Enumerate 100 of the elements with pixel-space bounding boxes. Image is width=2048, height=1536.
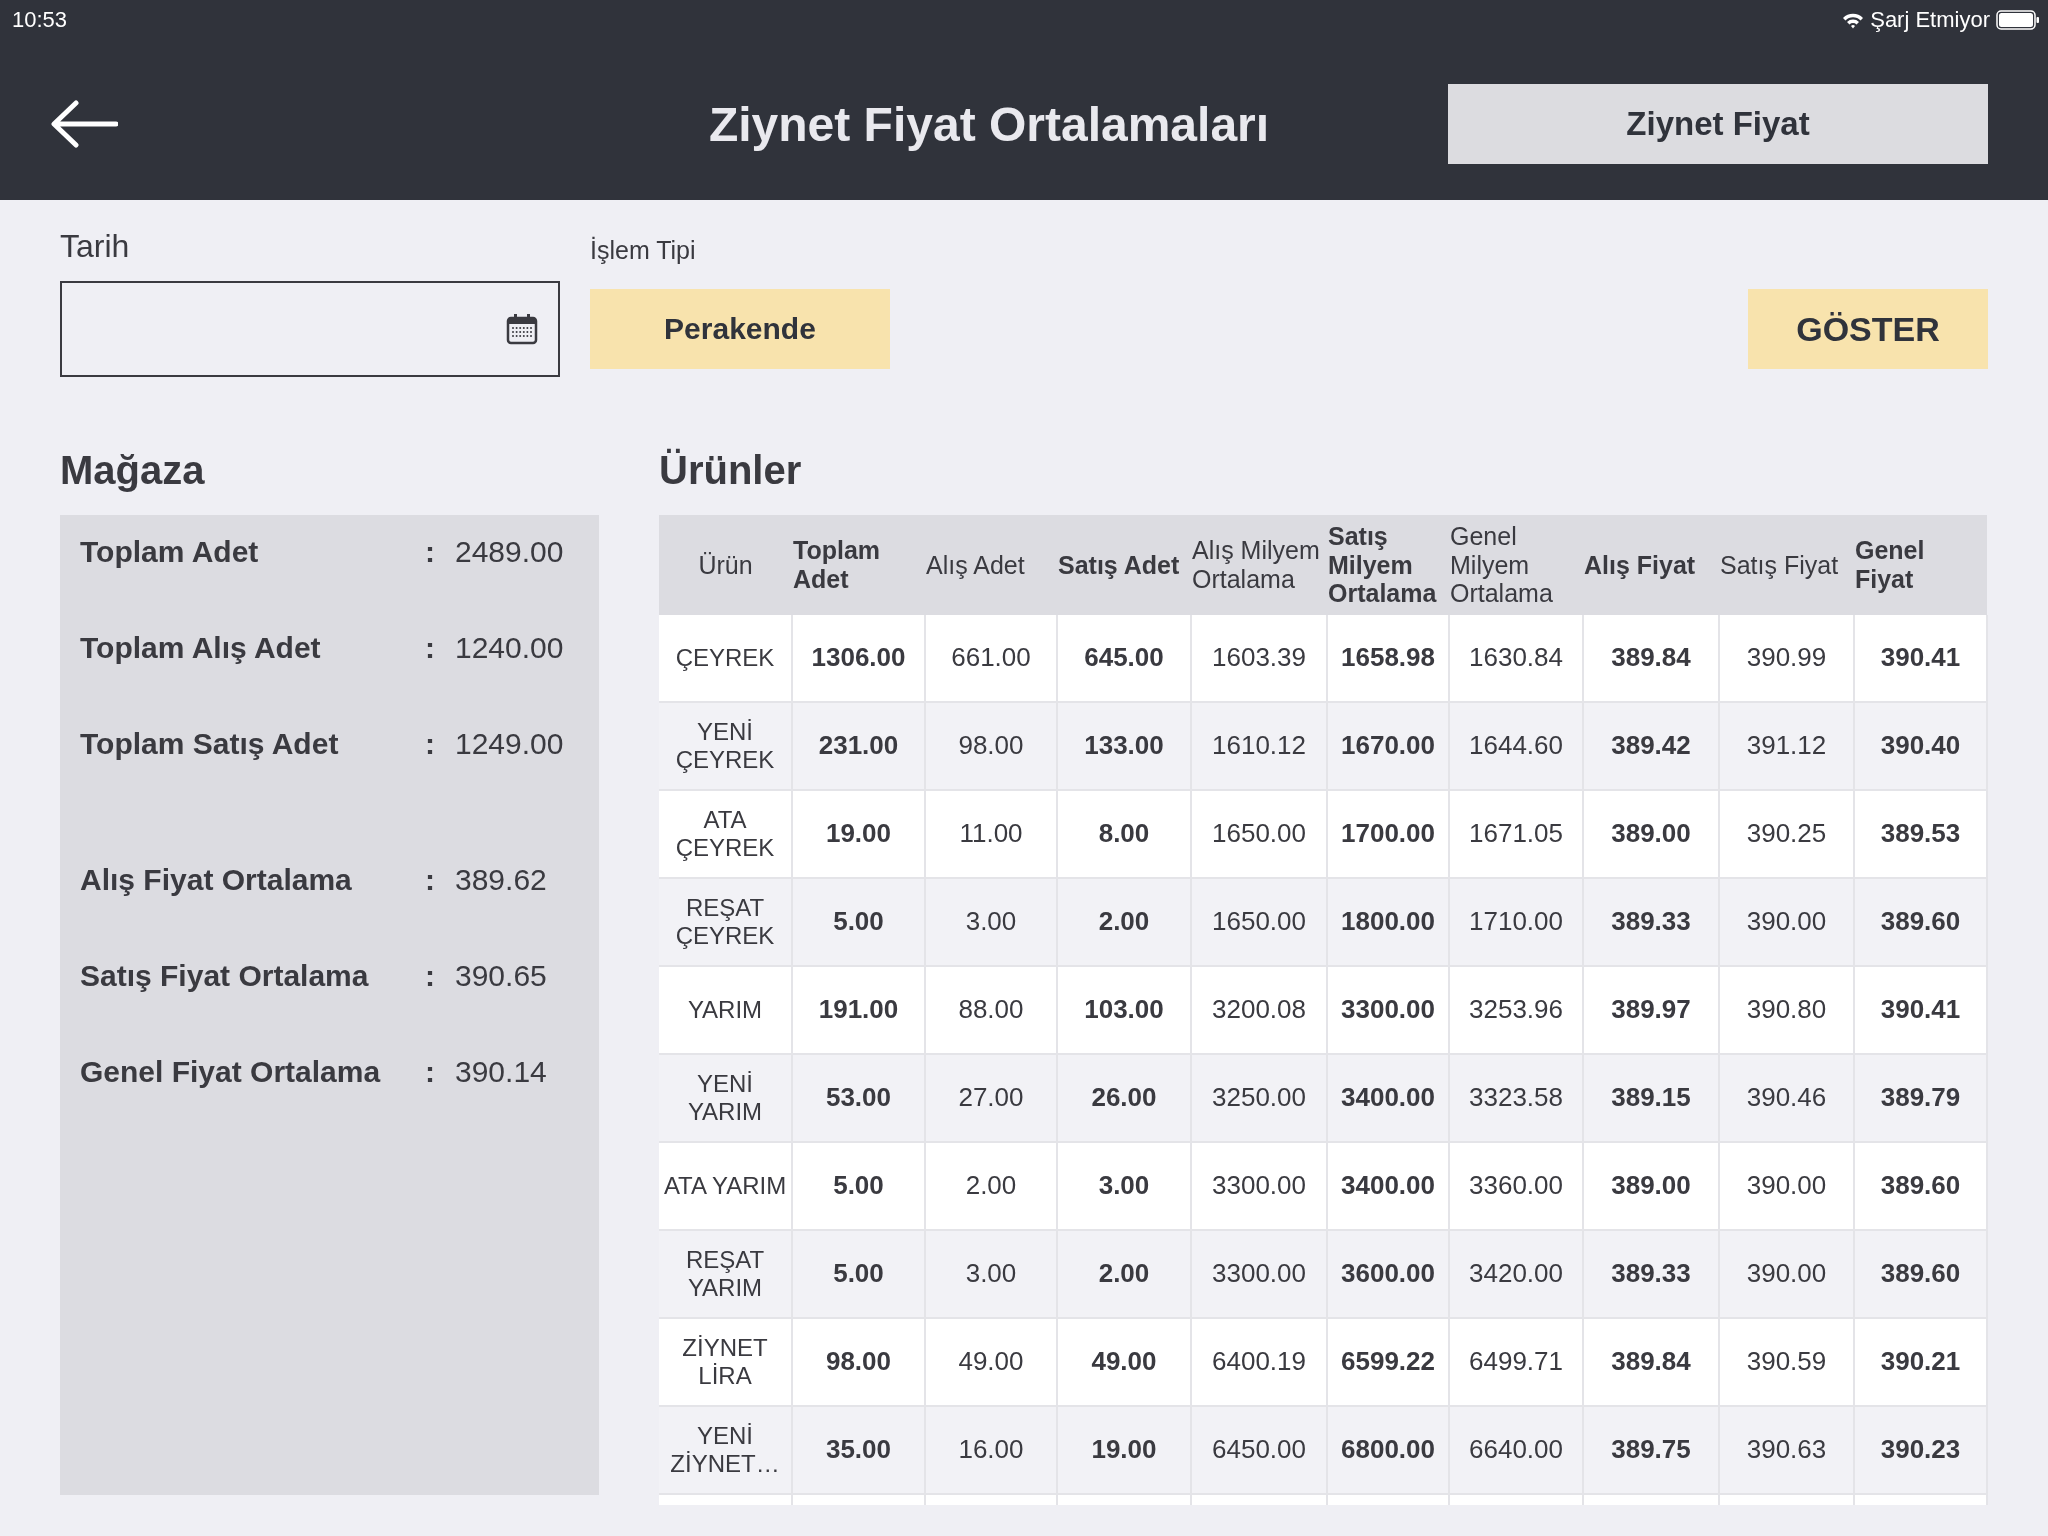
- table-cell: 390.00: [1719, 1142, 1854, 1230]
- table-cell: 19.00: [792, 790, 925, 878]
- table-cell: YENİ ZİYNET…: [659, 1406, 792, 1494]
- table-cell: 3400.00: [1327, 1054, 1449, 1142]
- column-header: Satış Fiyat: [1719, 515, 1854, 615]
- table-cell: YENİ YARIM: [659, 1054, 792, 1142]
- table-cell: 3.00: [925, 1230, 1057, 1318]
- table-cell: 390.00: [1719, 878, 1854, 966]
- table-cell: 27.00: [925, 1054, 1057, 1142]
- table-cell: 2.00: [925, 1142, 1057, 1230]
- perakende-button[interactable]: Perakende: [590, 289, 890, 369]
- summary-colon: :: [425, 535, 436, 569]
- column-header: Toplam Adet: [792, 515, 925, 615]
- table-cell: 3300.00: [1327, 966, 1449, 1054]
- table-cell: 1644.60: [1449, 702, 1583, 790]
- table-cell: 3300.00: [1191, 1142, 1327, 1230]
- table-cell: 6450.00: [1191, 1406, 1327, 1494]
- transaction-type-label: İşlem Tipi: [590, 236, 697, 265]
- table-cell: 88.00: [925, 966, 1057, 1054]
- table-cell: 389.00: [1583, 790, 1719, 878]
- ziynet-fiyat-button[interactable]: Ziynet Fiyat: [1448, 84, 1988, 164]
- summary-label: Toplam Adet: [80, 535, 260, 569]
- date-field[interactable]: [60, 281, 560, 377]
- back-arrow-icon[interactable]: [50, 100, 118, 148]
- table-cell: 6599.22: [1327, 1318, 1449, 1406]
- table-cell: 1710.00: [1449, 878, 1583, 966]
- table-cell: 1800.00: [1327, 878, 1449, 966]
- table-cell: 1603.39: [1191, 615, 1327, 702]
- column-header: Genel Milyem Ortalama: [1449, 515, 1583, 615]
- table-cell: 390.99: [1719, 615, 1854, 702]
- table-cell: 389.75: [1583, 1406, 1719, 1494]
- summary-value: 2489.00: [455, 535, 564, 569]
- table-cell: 389.15: [1583, 1054, 1719, 1142]
- table-cell: 389.33: [1583, 1230, 1719, 1318]
- table-cell: 53.00: [792, 1054, 925, 1142]
- table-cell: 1650.00: [1191, 790, 1327, 878]
- summary-colon: :: [425, 863, 436, 897]
- table-cell: 3250.00: [1191, 1054, 1327, 1142]
- products-heading: Ürünler: [659, 447, 803, 494]
- table-cell: 390.80: [1719, 966, 1854, 1054]
- table-cell: 5.00: [792, 1142, 925, 1230]
- table-cell: 390.00: [1719, 1230, 1854, 1318]
- summary-label: Genel Fiyat Ortalama: [80, 1055, 382, 1089]
- date-label: Tarih: [60, 228, 131, 265]
- table-cell: 2.00: [1057, 1230, 1191, 1318]
- summary-value: 390.65: [455, 959, 547, 993]
- column-header: Satış Milyem Ortalama: [1327, 515, 1449, 615]
- table-cell: ZİYNET LİRA: [659, 1318, 792, 1406]
- table-cell: 35.00: [792, 1406, 925, 1494]
- summary-colon: :: [425, 1055, 436, 1089]
- table-cell: ÇEYREK: [659, 615, 792, 702]
- table-cell: 231.00: [792, 702, 925, 790]
- table-cell: 391.12: [1719, 702, 1854, 790]
- table-cell: YARIM: [659, 966, 792, 1054]
- column-header: Alış Milyem Ortalama: [1191, 515, 1327, 615]
- summary-value: 390.14: [455, 1055, 547, 1089]
- table-cell: 11.00: [925, 790, 1057, 878]
- table-cell: 390.46: [1719, 1054, 1854, 1142]
- page-title: Ziynet Fiyat Ortalamaları: [708, 97, 1270, 152]
- summary-label: Satış Fiyat Ortalama: [80, 959, 370, 993]
- table-cell: 389.97: [1583, 966, 1719, 1054]
- column-header: Satış Adet: [1057, 515, 1191, 615]
- table-cell: 98.00: [925, 702, 1057, 790]
- table-cell: 390.63: [1719, 1406, 1854, 1494]
- table-cell: 3360.00: [1449, 1142, 1583, 1230]
- store-heading: Mağaza: [60, 447, 206, 494]
- table-cell: 3.00: [1057, 1142, 1191, 1230]
- table-cell: 16.00: [925, 1406, 1057, 1494]
- summary-value: 1249.00: [455, 727, 564, 761]
- table-cell: 3.00: [925, 878, 1057, 966]
- table-cell: 389.33: [1583, 878, 1719, 966]
- table-cell: 3323.58: [1449, 1054, 1583, 1142]
- table-cell: 6800.00: [1327, 1406, 1449, 1494]
- table-cell: 390.41: [1854, 615, 1987, 702]
- table-cell: 1670.00: [1327, 702, 1449, 790]
- summary-label: Toplam Satış Adet: [80, 727, 340, 761]
- table-cell: 389.53: [1854, 790, 1987, 878]
- table-cell: 2.00: [1057, 878, 1191, 966]
- table-cell: 3253.96: [1449, 966, 1583, 1054]
- table-cell: ATA YARIM: [659, 1142, 792, 1230]
- table-cell: 1630.84: [1449, 615, 1583, 702]
- summary-label: Alış Fiyat Ortalama: [80, 863, 353, 897]
- wifi-icon: [1842, 11, 1865, 29]
- column-header: Alış Fiyat: [1583, 515, 1719, 615]
- show-button[interactable]: GÖSTER: [1748, 289, 1988, 369]
- summary-colon: :: [425, 727, 436, 761]
- battery-status: Şarj Etmiyor: [1870, 7, 1990, 33]
- table-cell: 661.00: [925, 615, 1057, 702]
- table-cell: 6400.19: [1191, 1318, 1327, 1406]
- table-cell: 1658.98: [1327, 615, 1449, 702]
- table-cell: 3200.08: [1191, 966, 1327, 1054]
- table-cell: 645.00: [1057, 615, 1191, 702]
- table-cell: 1610.12: [1191, 702, 1327, 790]
- table-cell: 1306.00: [792, 615, 925, 702]
- summary-value: 389.62: [455, 863, 547, 897]
- table-cell: 389.00: [1583, 1142, 1719, 1230]
- table-cell: 389.79: [1854, 1054, 1987, 1142]
- table-cell: 3420.00: [1449, 1230, 1583, 1318]
- table-cell: 389.84: [1583, 1318, 1719, 1406]
- table-cell: 389.60: [1854, 1230, 1987, 1318]
